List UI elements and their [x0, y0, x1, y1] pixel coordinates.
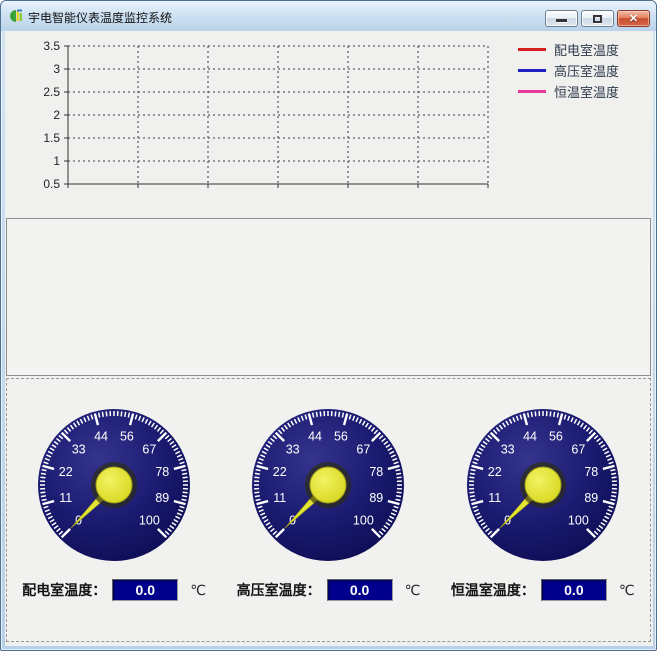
- y-axis-tick-label: 1: [53, 154, 60, 168]
- gauge-dial: 01122334456677889100: [250, 407, 406, 563]
- gauge-scale-label: 22: [59, 465, 73, 479]
- y-axis-tick-label: 2.5: [43, 85, 60, 99]
- y-axis-tick-label: 0.5: [43, 177, 60, 191]
- gauge-reading: 高压室温度： 0.0 ℃: [237, 579, 421, 601]
- gauge-scale-label: 44: [309, 430, 323, 444]
- legend-item: 配电室温度: [518, 39, 619, 60]
- gauge-scale-label: 89: [584, 491, 598, 505]
- gauge-scale-label: 100: [139, 513, 160, 527]
- y-axis-tick-label: 2: [53, 108, 60, 122]
- gauge-label: 恒温室温度：: [451, 580, 535, 600]
- gauge-scale-label: 33: [500, 443, 514, 457]
- y-axis-tick-label: 3: [53, 62, 60, 76]
- chart-legend: 配电室温度高压室温度恒温室温度: [518, 39, 619, 102]
- gauge-scale-label: 56: [120, 430, 134, 444]
- app-logo-icon: [8, 8, 24, 24]
- gauge-scale-label: 11: [274, 491, 287, 505]
- gauge-scale-label: 89: [370, 491, 384, 505]
- gauge-scale-label: 67: [571, 443, 585, 457]
- legend-line-swatch: [518, 69, 546, 72]
- temperature-value-display: 0.0: [327, 579, 393, 601]
- legend-label: 配电室温度: [554, 40, 619, 59]
- app-window: 宇电智能仪表温度监控系统 ✕ 3.5 3 2.5 2 1.5 1 0.5 配电室温度高压室温…: [0, 0, 657, 651]
- close-button[interactable]: ✕: [617, 10, 650, 27]
- temperature-value-display: 0.0: [112, 579, 178, 601]
- gauge-scale-label: 100: [353, 513, 374, 527]
- gauge-label: 配电室温度：: [22, 580, 106, 600]
- gauge-row: 01122334456677889100配电室温度：0.0℃0112233445…: [7, 379, 650, 641]
- gauge-scale-label: 100: [568, 513, 589, 527]
- gauge-scale-label: 22: [273, 465, 287, 479]
- gauge-reading: 恒温室温度： 0.0 ℃: [451, 579, 635, 601]
- gauge-scale-label: 11: [488, 491, 501, 505]
- gauge-column: 01122334456677889100恒温室温度：0.0℃: [436, 379, 650, 641]
- temperature-value-display: 0.0: [541, 579, 607, 601]
- gauge-scale-label: 44: [523, 430, 537, 444]
- temperature-trend-chart: 3.5 3 2.5 2 1.5 1 0.5 配电室温度高压室温度恒温室温度: [5, 31, 653, 217]
- y-axis-tick-label: 1.5: [43, 131, 60, 145]
- gauge-scale-label: 33: [286, 443, 300, 457]
- unit-label: ℃: [619, 582, 635, 599]
- gauge-reading: 配电室温度： 0.0 ℃: [22, 579, 206, 601]
- gauge-scale-label: 56: [549, 430, 563, 444]
- unit-label: ℃: [190, 582, 206, 599]
- legend-label: 恒温室温度: [554, 82, 619, 101]
- window-controls: ✕: [545, 10, 650, 27]
- maximize-icon: [593, 15, 602, 23]
- gauge-label: 高压室温度：: [237, 580, 321, 600]
- gauge-scale-label: 78: [155, 465, 169, 479]
- titlebar[interactable]: 宇电智能仪表温度监控系统 ✕: [1, 1, 656, 31]
- legend-label: 高压室温度: [554, 61, 619, 80]
- minimize-icon: [556, 19, 567, 22]
- gauge-scale-label: 78: [370, 465, 384, 479]
- gauge-scale-label: 67: [143, 443, 157, 457]
- gauge-column: 01122334456677889100高压室温度：0.0℃: [221, 379, 435, 641]
- gauge-dial: 01122334456677889100: [36, 407, 192, 563]
- legend-line-swatch: [518, 90, 546, 93]
- client-area: 3.532.521.510.5 配电室温度高压室温度恒温室温度 01122334…: [5, 31, 653, 646]
- blank-message-panel: [6, 218, 651, 376]
- legend-line-swatch: [518, 48, 546, 51]
- window-title: 宇电智能仪表温度监控系统: [28, 9, 172, 26]
- gauge-scale-label: 67: [357, 443, 371, 457]
- legend-item: 高压室温度: [518, 60, 619, 81]
- minimize-button[interactable]: [545, 10, 578, 27]
- gauge-dial: 01122334456677889100: [465, 407, 621, 563]
- gauge-scale-label: 44: [94, 430, 108, 444]
- maximize-button[interactable]: [581, 10, 614, 27]
- gauge-scale-label: 89: [155, 491, 169, 505]
- gauge-scale-label: 11: [59, 491, 72, 505]
- gauges-panel: 01122334456677889100配电室温度：0.0℃0112233445…: [6, 378, 651, 642]
- trend-plot: 3.5 3 2.5 2 1.5 1 0.5: [5, 31, 505, 206]
- unit-label: ℃: [405, 582, 421, 599]
- gauge-scale-label: 22: [487, 465, 501, 479]
- close-icon: ✕: [618, 12, 649, 25]
- y-axis-tick-label: 3.5: [43, 39, 60, 53]
- gauge-scale-label: 56: [334, 430, 348, 444]
- gauge-scale-label: 33: [72, 443, 86, 457]
- gauge-column: 01122334456677889100配电室温度：0.0℃: [7, 379, 221, 641]
- gauge-scale-label: 78: [584, 465, 598, 479]
- legend-item: 恒温室温度: [518, 81, 619, 102]
